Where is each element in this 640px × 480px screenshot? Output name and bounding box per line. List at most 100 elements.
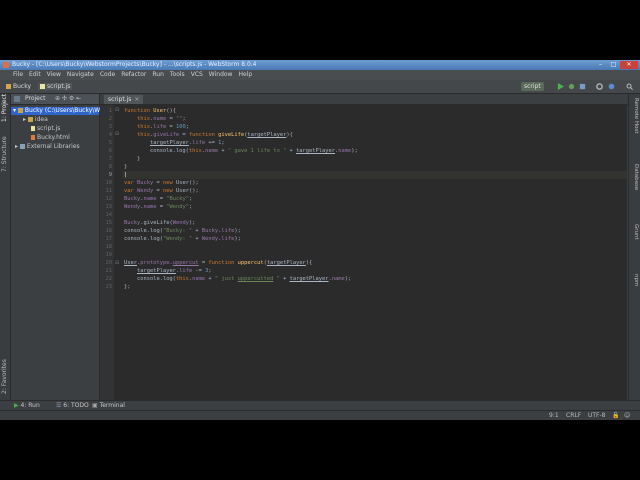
menu-refactor[interactable]: Refactor <box>118 70 149 80</box>
tree-item-bucky[interactable]: ▾ Bucky (C:\Users\Bucky\W <box>11 107 100 115</box>
lock-icon[interactable]: 🔓 <box>612 412 619 420</box>
line-number: 10 <box>105 180 113 186</box>
tree-item-external-libraries[interactable]: ▸ External Libraries <box>15 143 80 151</box>
editor-tabs: script.js × <box>100 94 640 105</box>
run-tool-button[interactable]: ▶ 4: Run <box>14 402 40 410</box>
menu-vcs[interactable]: VCS <box>188 70 206 80</box>
code-line-current: | <box>124 172 128 178</box>
tool-favorites-tab[interactable]: 2: Favorites <box>1 359 8 394</box>
debug-icon[interactable] <box>568 83 575 90</box>
close-tab-icon[interactable]: × <box>134 96 139 103</box>
project-view-icon <box>14 96 20 102</box>
menu-bar: File Edit View Navigate Code Refactor Run Tools… <box>0 70 640 80</box>
run-config-select[interactable]: script <box>521 82 544 91</box>
tool-remote-host-tab[interactable]: Remote Host <box>633 98 639 134</box>
project-panel-title[interactable]: Project <box>25 95 46 102</box>
minimize-button[interactable]: – <box>594 61 607 69</box>
tool-project-tab[interactable]: 1: Project <box>1 94 8 122</box>
app-icon <box>3 62 9 68</box>
project-panel-header: Project ⊕ ✣ ⚙ ⇤ <box>11 94 99 105</box>
line-number: 1 <box>108 108 112 114</box>
code-line: console.log(this.name + " gave 1 life to… <box>124 148 358 154</box>
help-icon[interactable] <box>608 83 615 90</box>
tool-database-tab[interactable]: Database <box>633 164 639 190</box>
menu-tools[interactable]: Tools <box>167 70 188 80</box>
title-bar: Bucky - [C:\Users\Bucky\WebstormProjects… <box>0 60 640 70</box>
right-tool-strip: Remote Host Database Grunt npm <box>628 94 640 400</box>
current-line-highlight <box>122 171 627 179</box>
menu-window[interactable]: Window <box>206 70 236 80</box>
code-line: } <box>124 164 128 170</box>
menu-help[interactable]: Help <box>235 70 255 80</box>
code-line: this.life = 100; <box>136 124 189 130</box>
code-line: console.log(this.name + " just uppercutt… <box>124 276 352 282</box>
file-encoding[interactable]: UTF-8 <box>588 412 606 420</box>
breadcrumb-file-label: script.js <box>47 83 71 90</box>
run-icon[interactable] <box>557 83 564 90</box>
caret-position[interactable]: 9:1 <box>549 412 559 420</box>
code-line: this.giveLife = function giveLife(target… <box>136 132 293 138</box>
js-file-icon <box>40 84 45 89</box>
code-line: }; <box>124 284 131 290</box>
run-tool-label: 4: Run <box>20 402 40 409</box>
line-number: 14 <box>105 212 113 218</box>
menu-code[interactable]: Code <box>97 70 118 80</box>
folder-icon <box>27 117 33 122</box>
tree-item-idea[interactable]: ▸ idea <box>23 116 48 124</box>
line-number: 18 <box>105 244 113 250</box>
line-number: 9 <box>108 172 112 178</box>
tree-item-label: idea <box>34 116 48 123</box>
code-editor[interactable]: function User(){ this.name = ""; this.li… <box>122 105 627 400</box>
terminal-tool-button[interactable]: ▣ Terminal <box>92 402 125 410</box>
menu-file[interactable]: File <box>10 70 26 80</box>
line-number: 16 <box>105 228 113 234</box>
folder-icon <box>17 108 23 113</box>
code-line: } <box>124 156 141 162</box>
line-separator[interactable]: CRLF <box>566 412 581 420</box>
line-number: 23 <box>105 284 113 290</box>
tool-npm-tab[interactable]: npm <box>633 274 639 286</box>
code-line: console.log("Wendy: " + Wendy.life); <box>124 236 241 242</box>
code-line: targetPlayer.life -= 3; <box>136 268 212 274</box>
breadcrumb-project[interactable]: Bucky <box>4 83 33 90</box>
line-number: 22 <box>105 276 113 282</box>
left-tool-strip: 1: Project 7: Structure 2: Favorites <box>0 94 11 400</box>
status-bar: 9:1 CRLF UTF-8 🔓 ☺ <box>0 410 640 420</box>
menu-navigate[interactable]: Navigate <box>64 70 97 80</box>
line-number: 6 <box>108 148 112 154</box>
tab-script-js[interactable]: script.js × <box>104 95 144 104</box>
breadcrumb-project-label: Bucky <box>13 83 32 90</box>
breadcrumb-file[interactable]: script.js <box>38 83 73 90</box>
menu-view[interactable]: View <box>44 70 64 80</box>
menu-run[interactable]: Run <box>149 70 167 80</box>
line-number: 3 <box>108 124 112 130</box>
maximize-button[interactable]: □ <box>607 61 620 69</box>
tree-item-script[interactable]: script.js <box>31 125 60 133</box>
line-number: 7 <box>108 156 112 162</box>
line-number-gutter: 1 2 3 4 5 6 7 8 9 10 11 12 13 14 15 16 17 18 19 20 21 22 23 <box>100 105 114 400</box>
code-line: Bucky.giveLife(Wendy); <box>124 220 196 226</box>
fold-marker-icon[interactable]: ⊟ <box>115 260 119 266</box>
todo-tool-button[interactable]: ☰ 6: TODO <box>56 402 89 410</box>
tree-item-html[interactable]: Bucky.html <box>31 134 70 142</box>
line-number: 20 <box>105 260 113 266</box>
line-number: 15 <box>105 220 113 226</box>
fold-gutter: ⊟ ⊟ ⊟ <box>114 105 122 400</box>
project-panel: Project ⊕ ✣ ⚙ ⇤ ▾ Bucky (C:\Users\Bucky\… <box>11 94 100 400</box>
close-button[interactable]: ✕ <box>620 61 638 69</box>
tool-structure-tab[interactable]: 7: Structure <box>1 136 8 172</box>
html-file-icon <box>31 135 35 140</box>
code-line: Wendy.name = "Wendy"; <box>124 204 193 210</box>
fold-marker-icon[interactable]: ⊟ <box>115 107 119 113</box>
terminal-tool-label: Terminal <box>99 402 125 409</box>
settings-icon[interactable] <box>596 83 603 90</box>
panel-options-icon[interactable]: ⊕ ✣ ⚙ ⇤ <box>55 95 81 102</box>
search-icon[interactable] <box>626 83 633 90</box>
line-number: 11 <box>105 188 113 194</box>
menu-edit[interactable]: Edit <box>26 70 44 80</box>
coverage-icon[interactable] <box>579 83 586 90</box>
library-icon <box>19 144 25 149</box>
fold-marker-icon[interactable]: ⊟ <box>115 131 119 137</box>
inspector-icon[interactable]: ☺ <box>624 412 630 420</box>
tool-grunt-tab[interactable]: Grunt <box>633 224 639 240</box>
